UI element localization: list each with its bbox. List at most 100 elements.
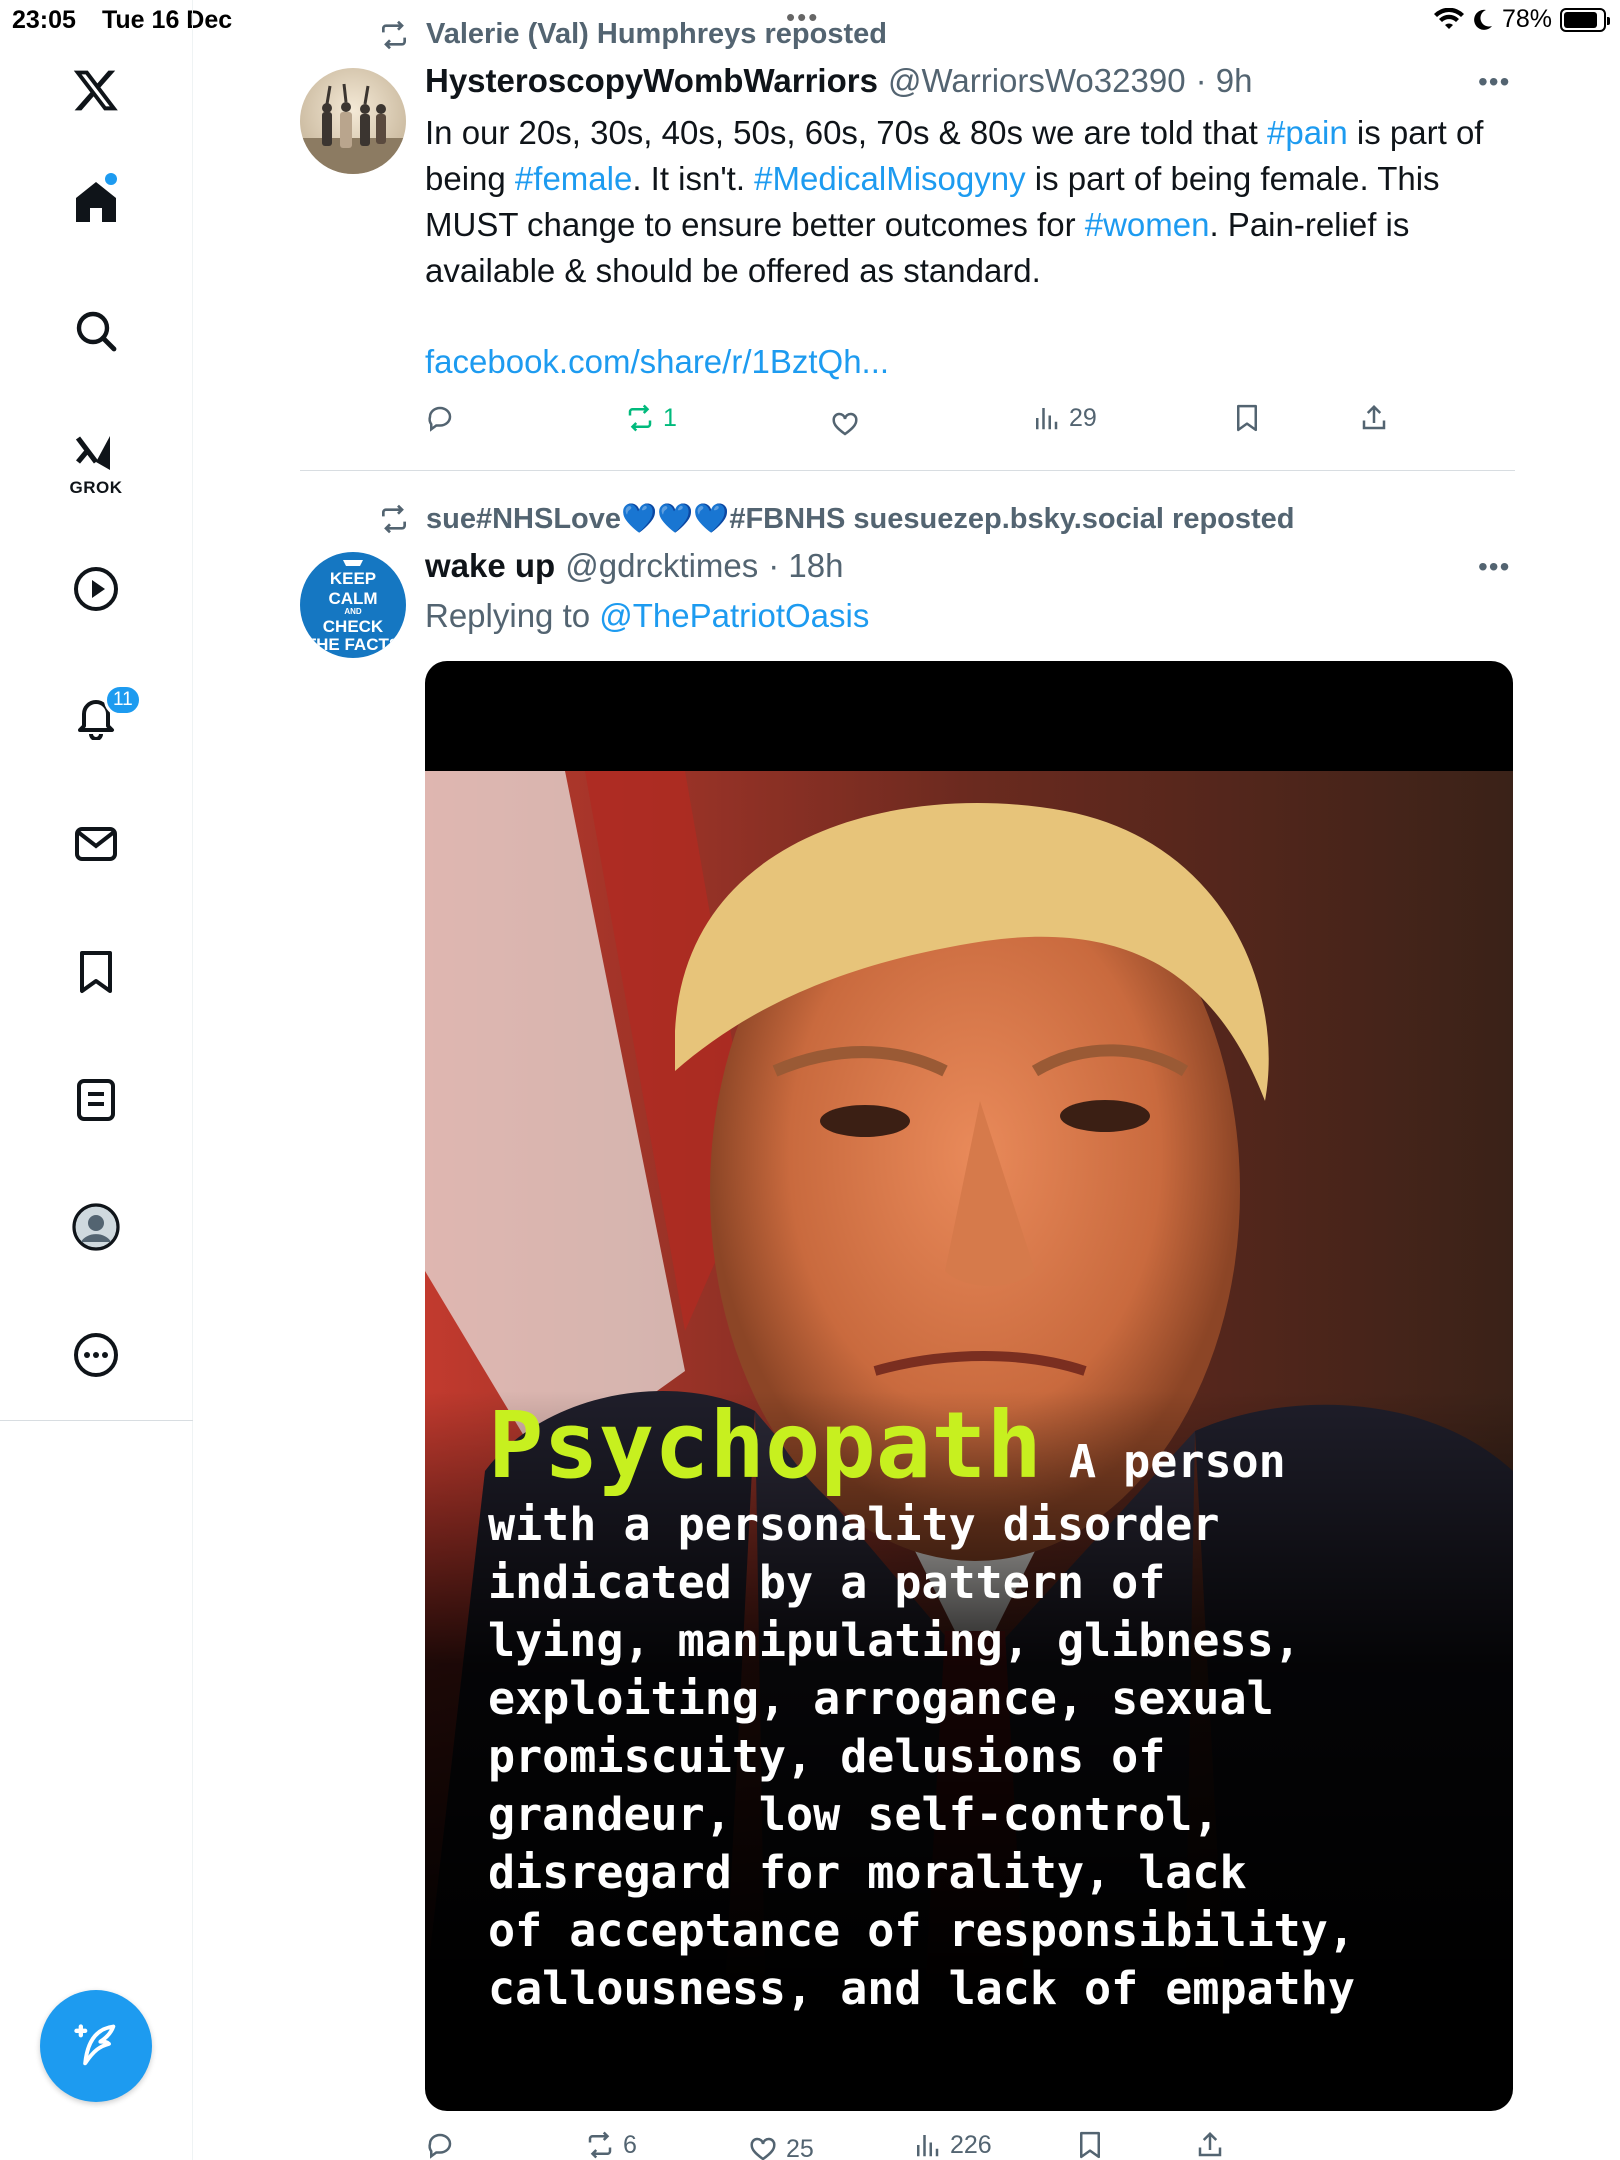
sidebar-item-videos[interactable] [62,555,130,623]
timestamp[interactable]: · 9h [1196,62,1253,100]
sidebar-item-explore[interactable] [62,297,130,365]
psychopath-caption: Psychopath A person with a personality d… [488,1396,1498,2018]
battery-percent: 78% [1501,5,1552,33]
bookmark-button[interactable] [1232,403,1262,433]
timestamp[interactable]: · 18h [768,547,843,585]
bookmark-icon [1237,404,1257,432]
sidebar-item-profile[interactable] [62,1193,130,1261]
svg-text:KEEP: KEEP [330,569,376,588]
caption-word: Psychopath [488,1392,1042,1499]
hashtag-link[interactable]: #MedicalMisogyny [754,160,1025,197]
repost-icon [628,404,652,432]
share-icon [1362,404,1386,430]
views-count: 226 [950,2130,992,2159]
svg-text:AND: AND [344,607,362,616]
views-button[interactable]: 226 [912,2130,992,2160]
display-name[interactable]: wake up [425,547,555,585]
heart-icon [750,2137,776,2160]
sidebar-divider [0,1420,193,1421]
repost-indicator: sue#NHSLove💙💙💙#FBNHS suesuezep.bsky.soci… [378,502,1295,536]
like-button[interactable] [830,409,868,439]
like-count: 25 [786,2134,814,2160]
reply-icon [428,2133,452,2159]
wifi-icon [1433,7,1464,29]
grok-icon [75,436,110,470]
tweet-text-segment: In our 20s, 30s, 40s, 50s, 60s, 70s & 80… [425,114,1267,151]
compose-icon [74,2024,116,2066]
sidebar-item-lists[interactable] [62,1066,130,1134]
avatar-icon [72,1203,120,1251]
status-icons: 78% [1433,5,1610,34]
x-logo-icon[interactable] [62,56,130,124]
sidebar-item-home[interactable] [62,168,130,236]
repost-button[interactable]: 1 [625,403,677,433]
repost-by-text[interactable]: sue#NHSLove💙💙💙#FBNHS suesuezep.bsky.soci… [426,502,1295,536]
svg-text:CHECK: CHECK [323,617,384,636]
views-count: 29 [1069,403,1097,432]
display-name[interactable]: HysteroscopyWombWarriors [425,62,878,100]
unread-dot [105,173,117,185]
sidebar-item-messages[interactable] [62,810,130,878]
tweet1-text: In our 20s, 30s, 40s, 50s, 60s, 70s & 80… [425,110,1515,294]
hashtag-link[interactable]: #pain [1267,114,1348,151]
play-icon [74,567,118,611]
repost-icon [382,504,406,534]
share-button[interactable] [1195,2130,1225,2160]
grok-label: GROK [69,478,123,497]
tweet-text-segment: . It isn't. [632,160,755,197]
repost-by-text[interactable]: Valerie (Val) Humphreys reposted [426,18,887,51]
search-icon [76,311,117,352]
more-circle-icon [74,1333,118,1377]
tweet1-actions: 1 29 [425,403,1425,443]
battery-icon [1560,7,1610,32]
replying-to: Replying to @ThePatriotOasis [425,597,870,634]
tweet2-actions: 6 25 226 [425,2130,1425,2160]
caption-body: with a personality disorder indicated by… [488,1498,1355,2015]
svg-text:CALM: CALM [328,589,377,608]
moon-icon [1474,9,1492,30]
repost-count: 6 [623,2130,637,2159]
repost-icon [382,20,406,49]
tweet1-avatar[interactable] [300,68,406,174]
views-button[interactable]: 29 [1031,403,1097,433]
repost-button[interactable]: 6 [585,2130,637,2160]
bookmark-icon [1080,2131,1100,2159]
reply-button[interactable] [425,2130,463,2160]
tweet-divider [300,470,1515,471]
repost-count: 1 [663,403,677,432]
tweet1-header: HysteroscopyWombWarriors @WarriorsWo3239… [425,62,1252,100]
caption-lead: A person [1041,1435,1286,1488]
tweet2-header: wake up @gdrcktimes · 18h [425,547,843,585]
home-icon [76,182,116,222]
more-options-icon[interactable]: ••• [1478,66,1510,98]
bookmark-button[interactable] [1075,2130,1105,2160]
more-options-icon[interactable]: ••• [1478,551,1510,583]
views-icon [1036,408,1058,430]
tweet1-link[interactable]: facebook.com/share/r/1BztQh... [425,343,889,381]
tweet2-media[interactable]: Psychopath A person with a personality d… [425,661,1513,2111]
list-icon [77,1079,115,1121]
handle[interactable]: @WarriorsWo32390 [888,62,1186,100]
share-button[interactable] [1359,403,1389,433]
tweet2-avatar[interactable]: KEEP CALM AND CHECK THE FACTS [300,552,406,658]
sidebar-item-bookmarks[interactable] [62,938,130,1006]
svg-text:THE FACTS: THE FACTS [306,635,400,654]
notification-badge: 11 [104,684,142,716]
mail-icon [75,827,117,861]
repost-icon [588,2131,612,2159]
sidebar: GROK 11 [0,0,193,2160]
heart-icon [832,412,858,436]
hashtag-link[interactable]: #women [1085,206,1210,243]
views-icon [917,2135,939,2157]
bookmark-icon [80,951,112,993]
compose-button[interactable] [40,1990,152,2102]
handle[interactable]: @gdrcktimes [565,547,758,585]
reply-button[interactable] [425,403,463,433]
share-icon [1198,2131,1222,2157]
hashtag-link[interactable]: #female [515,160,632,197]
sidebar-item-more[interactable] [62,1321,130,1389]
like-button[interactable]: 25 [748,2134,814,2160]
mention-link[interactable]: @ThePatriotOasis [599,597,869,634]
repost-indicator: Valerie (Val) Humphreys reposted [378,18,887,51]
reply-icon [428,406,452,432]
